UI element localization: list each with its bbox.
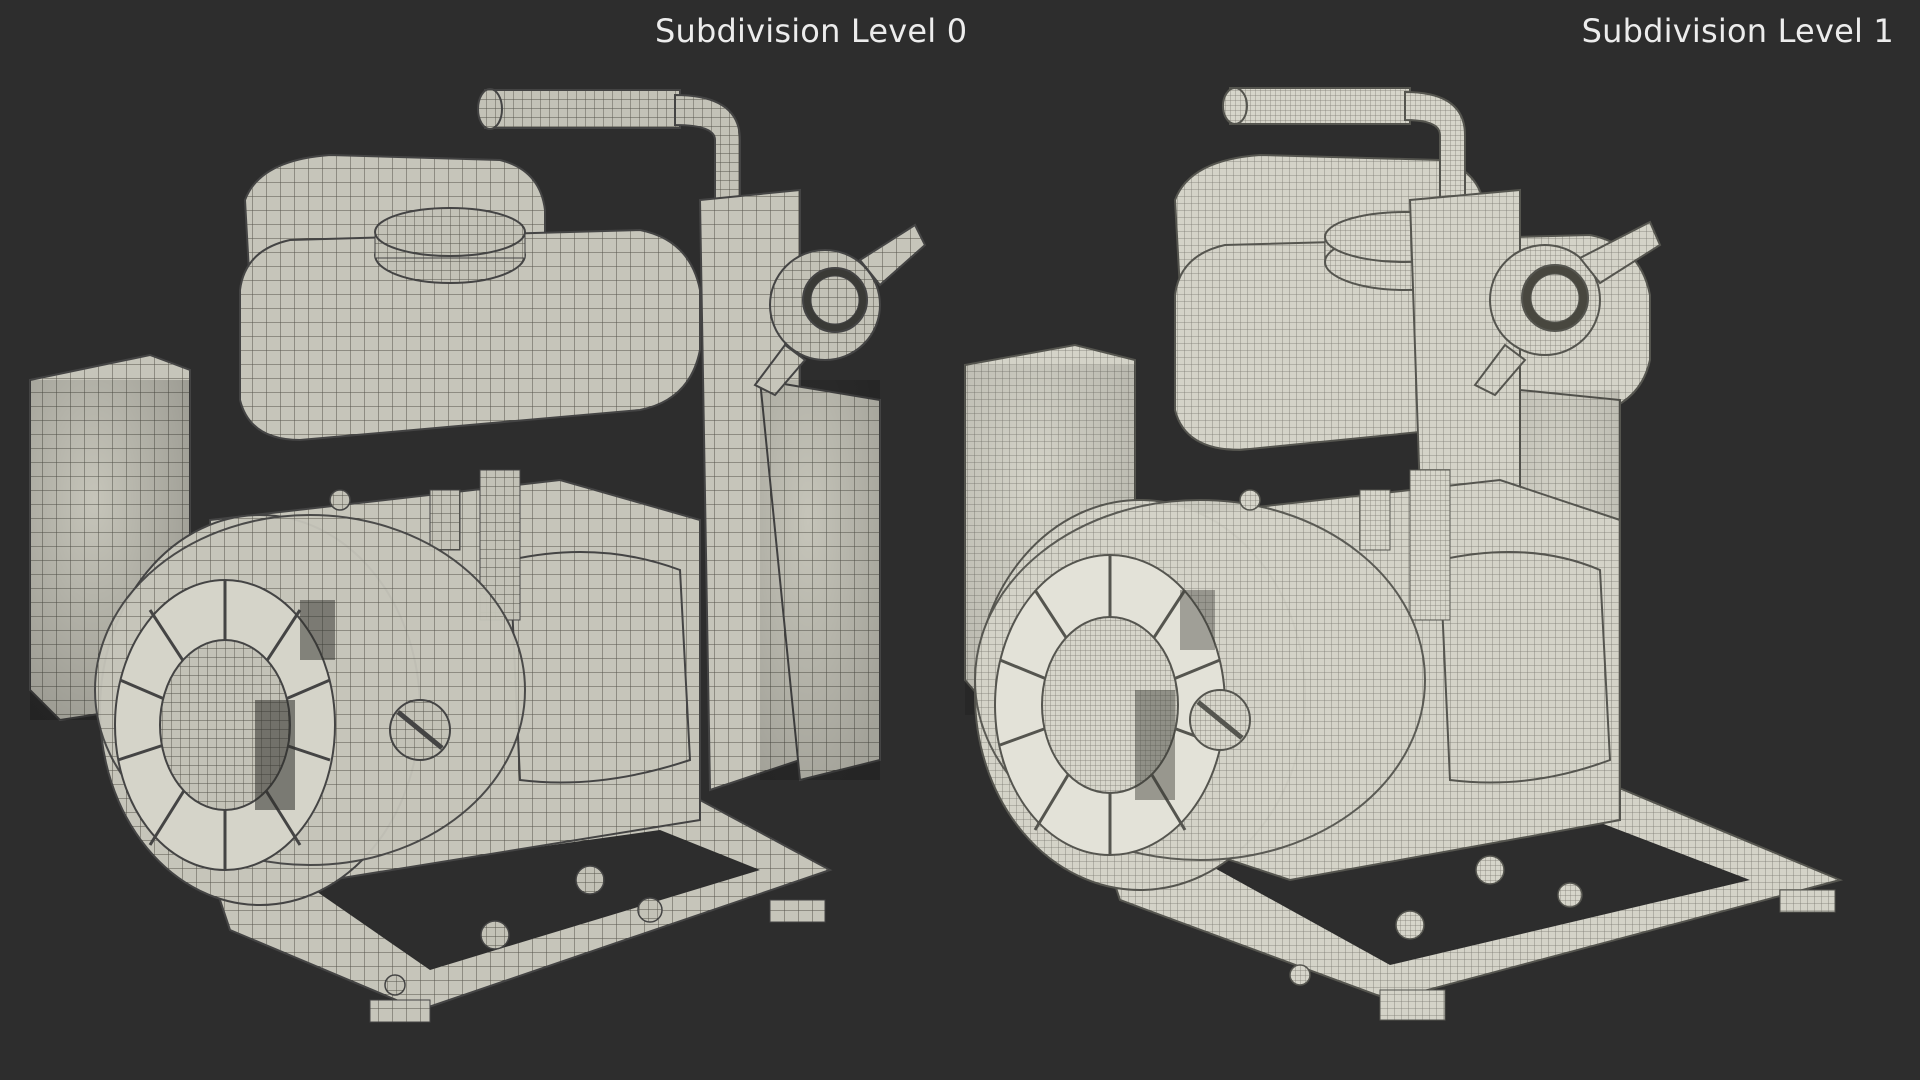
render-canvas: Subdivision Level 0 Subdivision Level 1	[0, 0, 1920, 1080]
oil-cap	[1189, 689, 1251, 751]
water-pump-wireframe-level-0	[0, 0, 960, 1080]
oil-cap	[389, 699, 451, 761]
fuel-tank	[239, 207, 701, 442]
water-pump-wireframe-level-1	[960, 0, 1920, 1080]
